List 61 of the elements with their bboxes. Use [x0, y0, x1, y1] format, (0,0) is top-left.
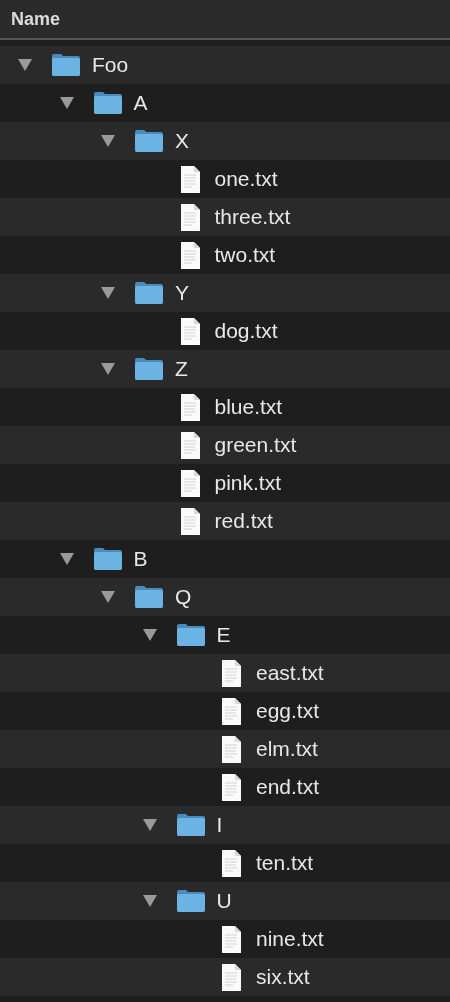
document-icon: [179, 317, 201, 345]
document-icon: [221, 735, 242, 763]
file-name[interactable]: dog.txt: [214, 319, 278, 343]
file-name[interactable]: end.txt: [256, 775, 320, 799]
document-icon: [221, 925, 242, 953]
document-icon: [179, 469, 201, 497]
disclosure-triangle-icon[interactable]: [100, 590, 116, 604]
disclosure-triangle-icon[interactable]: [17, 58, 33, 72]
folder-icon: [134, 357, 164, 381]
file-name[interactable]: green.txt: [214, 433, 297, 457]
folder-name[interactable]: U: [216, 889, 232, 913]
file-name[interactable]: red.txt: [214, 509, 273, 533]
folder-icon: [175, 623, 206, 647]
file-name[interactable]: three.txt: [214, 205, 291, 229]
folder-name[interactable]: Y: [175, 281, 189, 305]
file-name[interactable]: two.txt: [214, 243, 276, 267]
folder-icon: [51, 53, 81, 77]
file-name[interactable]: egg.txt: [256, 699, 320, 723]
folder-icon: [134, 281, 164, 305]
folder-name[interactable]: X: [175, 129, 189, 153]
file-name[interactable]: pink.txt: [214, 471, 282, 495]
document-icon: [221, 963, 242, 991]
folder-icon: [92, 91, 123, 115]
document-icon: [221, 849, 242, 877]
document-icon: [179, 203, 201, 231]
folder-icon: [175, 813, 206, 837]
folder-name[interactable]: Q: [175, 585, 192, 609]
file-name[interactable]: one.txt: [214, 167, 278, 191]
file-name[interactable]: blue.txt: [214, 395, 283, 419]
disclosure-triangle-icon[interactable]: [100, 286, 116, 300]
folder-icon: [175, 889, 206, 913]
folder-icon: [134, 585, 164, 609]
folder-icon: [92, 547, 123, 571]
disclosure-triangle-icon[interactable]: [100, 362, 116, 376]
disclosure-triangle-icon[interactable]: [58, 96, 75, 110]
folder-name[interactable]: Foo: [92, 53, 129, 77]
disclosure-triangle-icon[interactable]: [141, 628, 158, 642]
folder-name[interactable]: I: [216, 813, 223, 837]
document-icon: [221, 773, 242, 801]
document-icon: [179, 393, 201, 421]
document-icon: [179, 507, 201, 535]
folder-name[interactable]: B: [133, 547, 148, 571]
disclosure-triangle-icon[interactable]: [141, 894, 158, 908]
file-name[interactable]: nine.txt: [256, 927, 324, 951]
document-icon: [179, 165, 201, 193]
disclosure-triangle-icon[interactable]: [58, 552, 75, 566]
folder-name[interactable]: E: [216, 623, 231, 647]
file-name[interactable]: elm.txt: [256, 737, 318, 761]
document-icon: [221, 697, 242, 725]
file-name[interactable]: east.txt: [256, 661, 324, 685]
folder-icon: [134, 129, 164, 153]
document-icon: [179, 431, 201, 459]
file-name[interactable]: ten.txt: [256, 851, 314, 875]
document-icon: [179, 241, 201, 269]
folder-name[interactable]: Z: [175, 357, 188, 381]
column-header[interactable]: Name: [0, 0, 450, 40]
disclosure-triangle-icon[interactable]: [100, 134, 116, 148]
document-icon: [221, 659, 242, 687]
folder-name[interactable]: A: [133, 91, 148, 115]
disclosure-triangle-icon[interactable]: [141, 818, 158, 832]
file-name[interactable]: six.txt: [256, 965, 310, 989]
